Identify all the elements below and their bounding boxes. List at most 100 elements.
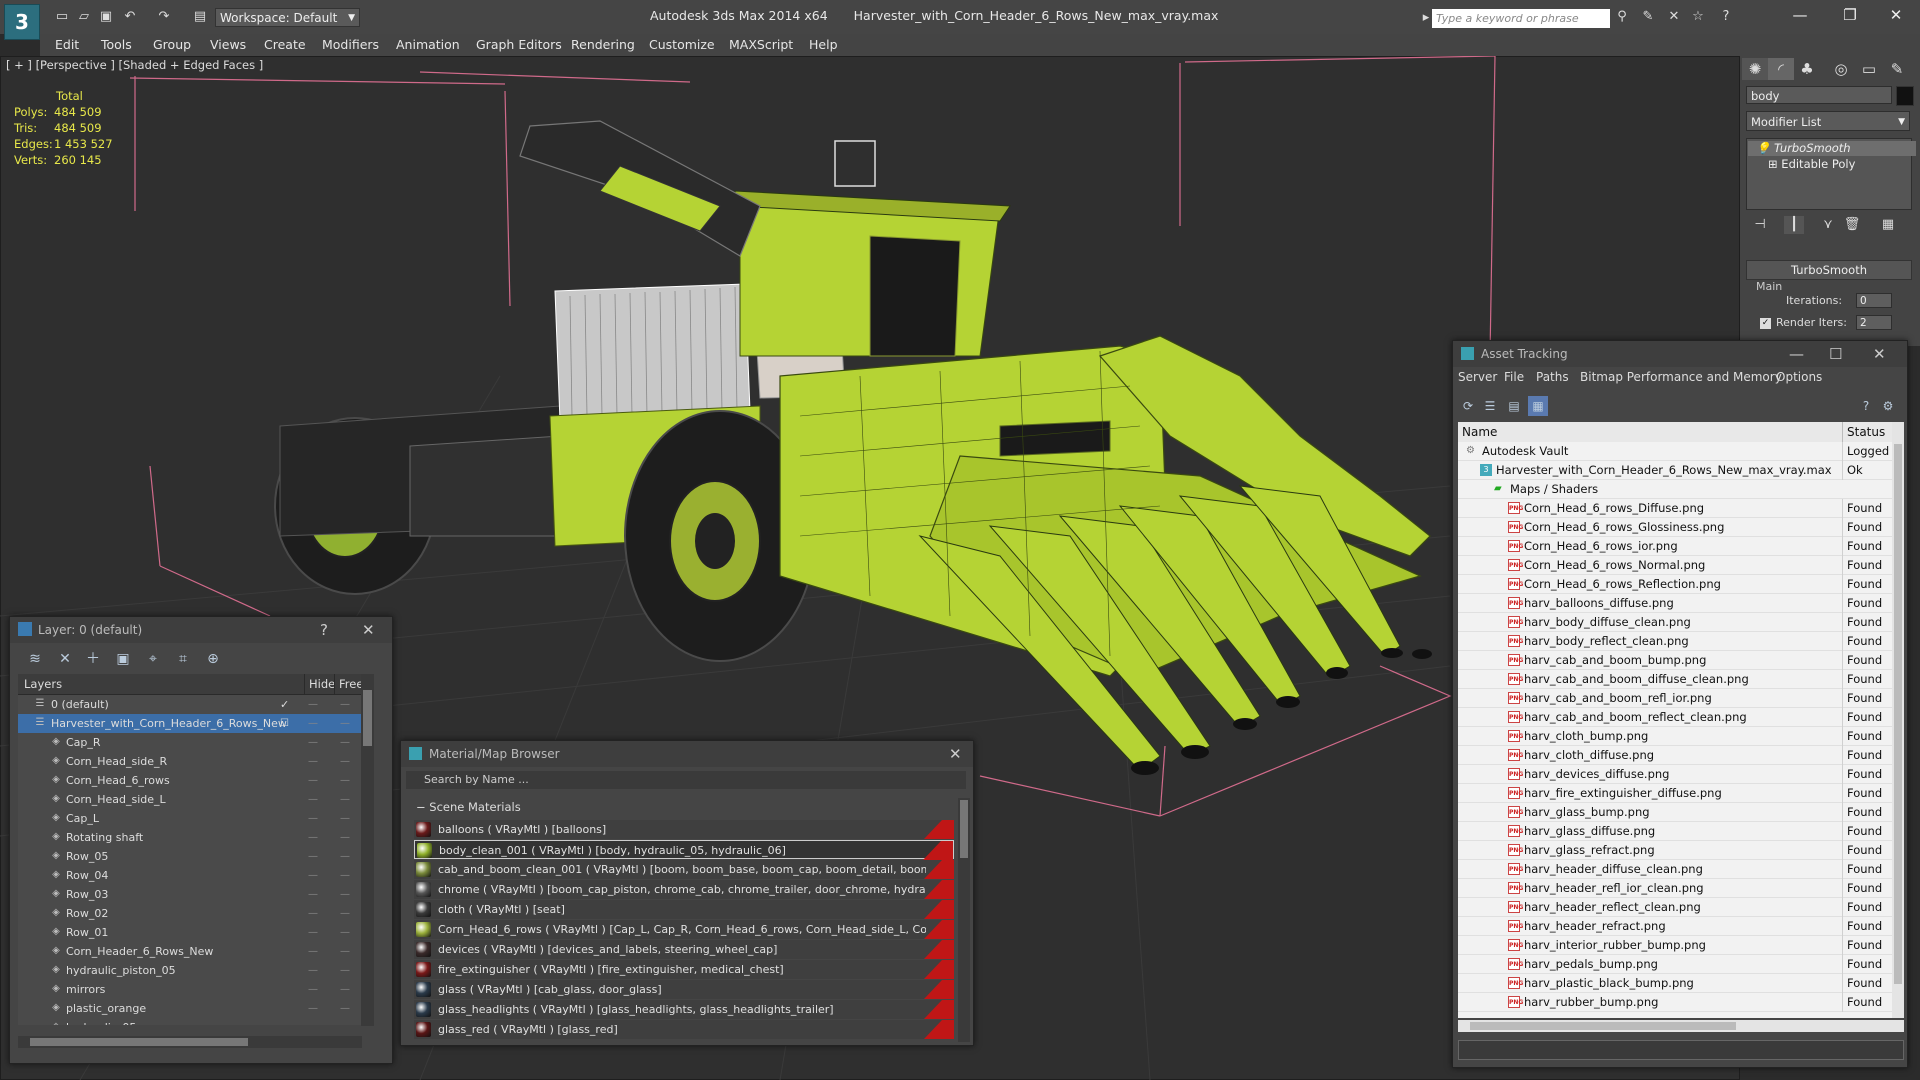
favorites-star-icon[interactable]: ☆ (1690, 9, 1706, 25)
active-layer-check-icon[interactable]: ✓ (280, 695, 289, 714)
layer-row[interactable]: ◈ Row_05 — — (18, 847, 372, 866)
freeze-toggle[interactable]: — (340, 752, 350, 771)
hide-toggle[interactable]: — (308, 771, 318, 790)
layer-row[interactable]: ◈ Rotating shaft — — (18, 828, 372, 847)
create-tab-icon[interactable]: ✺ (1742, 58, 1768, 80)
hide-toggle[interactable]: — (308, 942, 318, 961)
menu-views[interactable]: Views (210, 34, 246, 56)
freeze-toggle[interactable]: — (340, 923, 350, 942)
minimize-icon[interactable]: — (1780, 4, 1820, 26)
remove-modifier-icon[interactable]: 🗑 (1842, 216, 1862, 234)
turbosmooth-rollout[interactable]: TurboSmooth (1746, 260, 1912, 280)
asset-scroll-thumb[interactable] (1894, 444, 1902, 984)
asset-row[interactable]: PNG harv_glass_bump.png Found (1458, 803, 1892, 822)
new-file-icon[interactable]: ▭ (54, 9, 70, 25)
app-logo-icon[interactable]: 3 (4, 4, 40, 40)
object-name-field[interactable]: body (1746, 86, 1892, 104)
freeze-toggle[interactable]: — (340, 942, 350, 961)
undo-icon[interactable]: ↶ (122, 9, 138, 25)
layer-row[interactable]: ◈ Corn_Head_side_R — — (18, 752, 372, 771)
layer-window-title[interactable]: Layer: 0 (default) (10, 617, 392, 643)
modify-tab-icon[interactable]: ◜ (1768, 58, 1794, 80)
hide-toggle[interactable]: — (308, 714, 318, 733)
expand-plus-icon[interactable]: ⊞ (1768, 157, 1781, 171)
table-view-icon[interactable]: ▤ (1504, 396, 1524, 416)
material-row[interactable]: devices ( VRayMtl ) [devices_and_labels,… (414, 940, 954, 959)
asset-row[interactable]: 3 Harvester_with_Corn_Header_6_Rows_New_m… (1458, 461, 1892, 480)
asset-hscroll-thumb[interactable] (1470, 1022, 1736, 1030)
render-iters-spinner[interactable]: 2 (1856, 315, 1892, 330)
column-status[interactable]: Status (1842, 422, 1885, 442)
menu-file[interactable]: File (1504, 370, 1524, 384)
iterations-spinner[interactable]: 0 (1856, 293, 1892, 308)
viewport-label[interactable]: [ + ] [Perspective ] [Shaded + Edged Fac… (6, 58, 263, 72)
freeze-toggle[interactable]: — (340, 904, 350, 923)
material-scroll-thumb[interactable] (960, 800, 968, 858)
maximize-icon[interactable]: ❐ (1830, 4, 1870, 26)
asset-row[interactable]: PNG harv_cloth_diffuse.png Found (1458, 746, 1892, 765)
asset-row[interactable]: PNG harv_cab_and_boom_refl_ior.png Found (1458, 689, 1892, 708)
freeze-toggle[interactable]: — (340, 790, 350, 809)
menu-create[interactable]: Create (264, 34, 306, 56)
layer-hscroll-thumb[interactable] (30, 1038, 248, 1046)
material-row[interactable]: glass ( VRayMtl ) [cab_glass, door_glass… (414, 980, 954, 999)
hide-toggle[interactable]: — (308, 961, 318, 980)
asset-row[interactable]: PNG harv_cab_and_boom_reflect_clean.png Fo… (1458, 708, 1892, 727)
menu-maxscript[interactable]: MAXScript (729, 34, 793, 56)
highlight-selected-icon[interactable]: ⌗ (172, 648, 194, 670)
hide-toggle[interactable]: — (308, 1018, 318, 1025)
asset-row[interactable]: PNG harv_cab_and_boom_diffuse_clean.png Fo… (1458, 670, 1892, 689)
stack-item-editable-poly[interactable]: ⊞ Editable Poly (1756, 157, 1855, 172)
close-icon[interactable]: ✕ (1876, 4, 1916, 26)
menu-customize[interactable]: Customize (649, 34, 715, 56)
open-file-icon[interactable]: ▱ (76, 9, 92, 25)
layer-row[interactable]: ◈ Cap_R — — (18, 733, 372, 752)
save-file-icon[interactable]: ▣ (98, 9, 114, 25)
menu-tools[interactable]: Tools (101, 34, 132, 56)
asset-row[interactable]: PNG harv_header_refract.png Found (1458, 917, 1892, 936)
help-icon[interactable]: ? (320, 617, 328, 643)
grid-view-icon[interactable]: ▦ (1528, 396, 1548, 416)
layer-row[interactable]: ◈ hydraulic_piston_05 — — (18, 961, 372, 980)
asset-row[interactable]: PNG harv_header_refl_ior_clean.png Found (1458, 879, 1892, 898)
asset-row[interactable]: PNG harv_cloth_bump.png Found (1458, 727, 1892, 746)
delete-layer-icon[interactable]: ✕ (54, 648, 76, 670)
material-row[interactable]: glass_red ( VRayMtl ) [glass_red] (414, 1020, 954, 1039)
communication-icon[interactable]: ✕ (1666, 9, 1682, 25)
layer-row[interactable]: ◈ hydraulic_05 — — (18, 1018, 372, 1025)
object-color-swatch[interactable] (1896, 86, 1914, 106)
asset-row[interactable]: PNG harv_rubber_bump.png Found (1458, 993, 1892, 1012)
layer-row[interactable]: ◈ plastic_orange — — (18, 999, 372, 1018)
column-hide[interactable]: Hide (304, 674, 335, 694)
asset-row[interactable]: ⚙ Autodesk Vault Logged (1458, 442, 1892, 461)
close-icon[interactable]: ✕ (362, 617, 375, 643)
freeze-toggle[interactable]: — (340, 695, 350, 714)
asset-row[interactable]: PNG Corn_Head_6_rows_Glossiness.png Found (1458, 518, 1892, 537)
menu-server[interactable]: Server (1458, 370, 1497, 384)
help-icon[interactable]: ? (1718, 9, 1734, 25)
layer-scroll-thumb[interactable] (363, 690, 372, 746)
layer-row[interactable]: ◈ Row_02 — — (18, 904, 372, 923)
hide-toggle[interactable]: — (308, 790, 318, 809)
menu-edit[interactable]: Edit (55, 34, 79, 56)
subscription-icon[interactable]: ✎ (1640, 9, 1656, 25)
menu-bitmap-performance[interactable]: Bitmap Performance and Memory (1580, 370, 1782, 384)
column-name[interactable]: Name (1462, 422, 1497, 442)
asset-row[interactable]: PNG Corn_Head_6_rows_Diffuse.png Found (1458, 499, 1892, 518)
workspace-dropdown[interactable]: Workspace: Default ▼ (215, 8, 360, 27)
freeze-toggle[interactable]: — (340, 828, 350, 847)
asset-row[interactable]: PNG harv_glass_refract.png Found (1458, 841, 1892, 860)
list-view-icon[interactable]: ☰ (1480, 396, 1500, 416)
freeze-toggle[interactable]: — (340, 885, 350, 904)
show-end-result-icon[interactable]: ┃ (1784, 216, 1804, 234)
asset-row[interactable]: PNG Corn_Head_6_rows_Normal.png Found (1458, 556, 1892, 575)
layer-row[interactable]: ◈ Row_03 — — (18, 885, 372, 904)
menu-options[interactable]: Options (1776, 370, 1822, 384)
binoculars-icon[interactable]: ⚲ (1614, 9, 1630, 25)
hide-toggle[interactable]: — (308, 809, 318, 828)
layer-row[interactable]: ◈ mirrors — — (18, 980, 372, 999)
column-layers[interactable]: Layers (24, 674, 62, 694)
hide-toggle[interactable]: — (308, 980, 318, 999)
hide-toggle[interactable]: — (308, 904, 318, 923)
material-row[interactable]: cloth ( VRayMtl ) [seat] (414, 900, 954, 919)
